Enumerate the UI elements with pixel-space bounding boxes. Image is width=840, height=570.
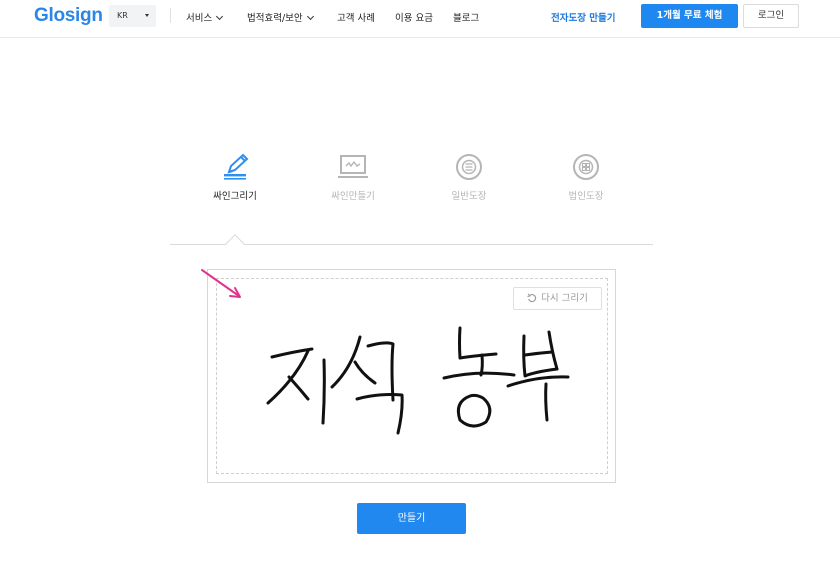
tab-draw-signature-label: 싸인그리기 <box>213 191 257 202</box>
make-e-stamp-link[interactable]: 전자도장 만들기 <box>551 10 616 24</box>
redraw-button[interactable]: 다시 그리기 <box>513 287 602 310</box>
tab-corporate-stamp-label: 법인도장 <box>568 191 604 202</box>
tab-make-signature-label: 싸인만들기 <box>331 191 375 202</box>
tab-make-signature[interactable]: 싸인만들기 <box>305 152 401 202</box>
nav-pricing[interactable]: 이용 요금 <box>395 10 433 24</box>
tab-general-stamp[interactable]: 일반도장 <box>421 152 517 202</box>
nav-services[interactable]: 서비스 <box>186 10 224 24</box>
refresh-icon <box>527 292 537 302</box>
nav-services-label: 서비스 <box>186 13 213 24</box>
nav-legal-security[interactable]: 법적효력/보안 <box>247 10 314 24</box>
make-button[interactable]: 만들기 <box>357 503 466 534</box>
tab-corporate-stamp[interactable]: 법인도장 <box>538 152 634 202</box>
language-code: KR <box>117 11 128 20</box>
round-stamp-icon <box>456 154 482 180</box>
tab-general-stamp-label: 일반도장 <box>451 191 487 202</box>
glosign-logo[interactable]: Glosign <box>34 5 103 27</box>
nav-customer-cases[interactable]: 고객 사례 <box>337 10 375 24</box>
handwritten-signature <box>266 326 570 435</box>
monitor-signature-icon <box>338 155 368 178</box>
top-header: Glosign KR 서비스 법적효력/보안 고객 사례 이용 요금 블로그 전… <box>0 0 840 38</box>
seal-stamp-icon <box>573 154 599 180</box>
nav-legal-security-label: 법적효력/보안 <box>247 13 303 24</box>
free-trial-button[interactable]: 1개월 무료 체험 <box>641 4 738 28</box>
chevron-down-icon <box>306 12 314 21</box>
redraw-label: 다시 그리기 <box>541 293 588 304</box>
language-select[interactable]: KR <box>109 5 156 27</box>
chevron-down-icon <box>216 12 224 21</box>
header-divider <box>170 8 171 23</box>
caret-down-icon <box>145 14 149 17</box>
nav-blog[interactable]: 블로그 <box>453 10 479 24</box>
tab-draw-signature[interactable]: 싸인그리기 <box>187 152 283 202</box>
pen-draw-icon <box>224 153 249 180</box>
active-tab-pointer <box>225 234 245 254</box>
login-button[interactable]: 로그인 <box>743 4 799 28</box>
pink-arrow-annotation <box>201 269 241 298</box>
